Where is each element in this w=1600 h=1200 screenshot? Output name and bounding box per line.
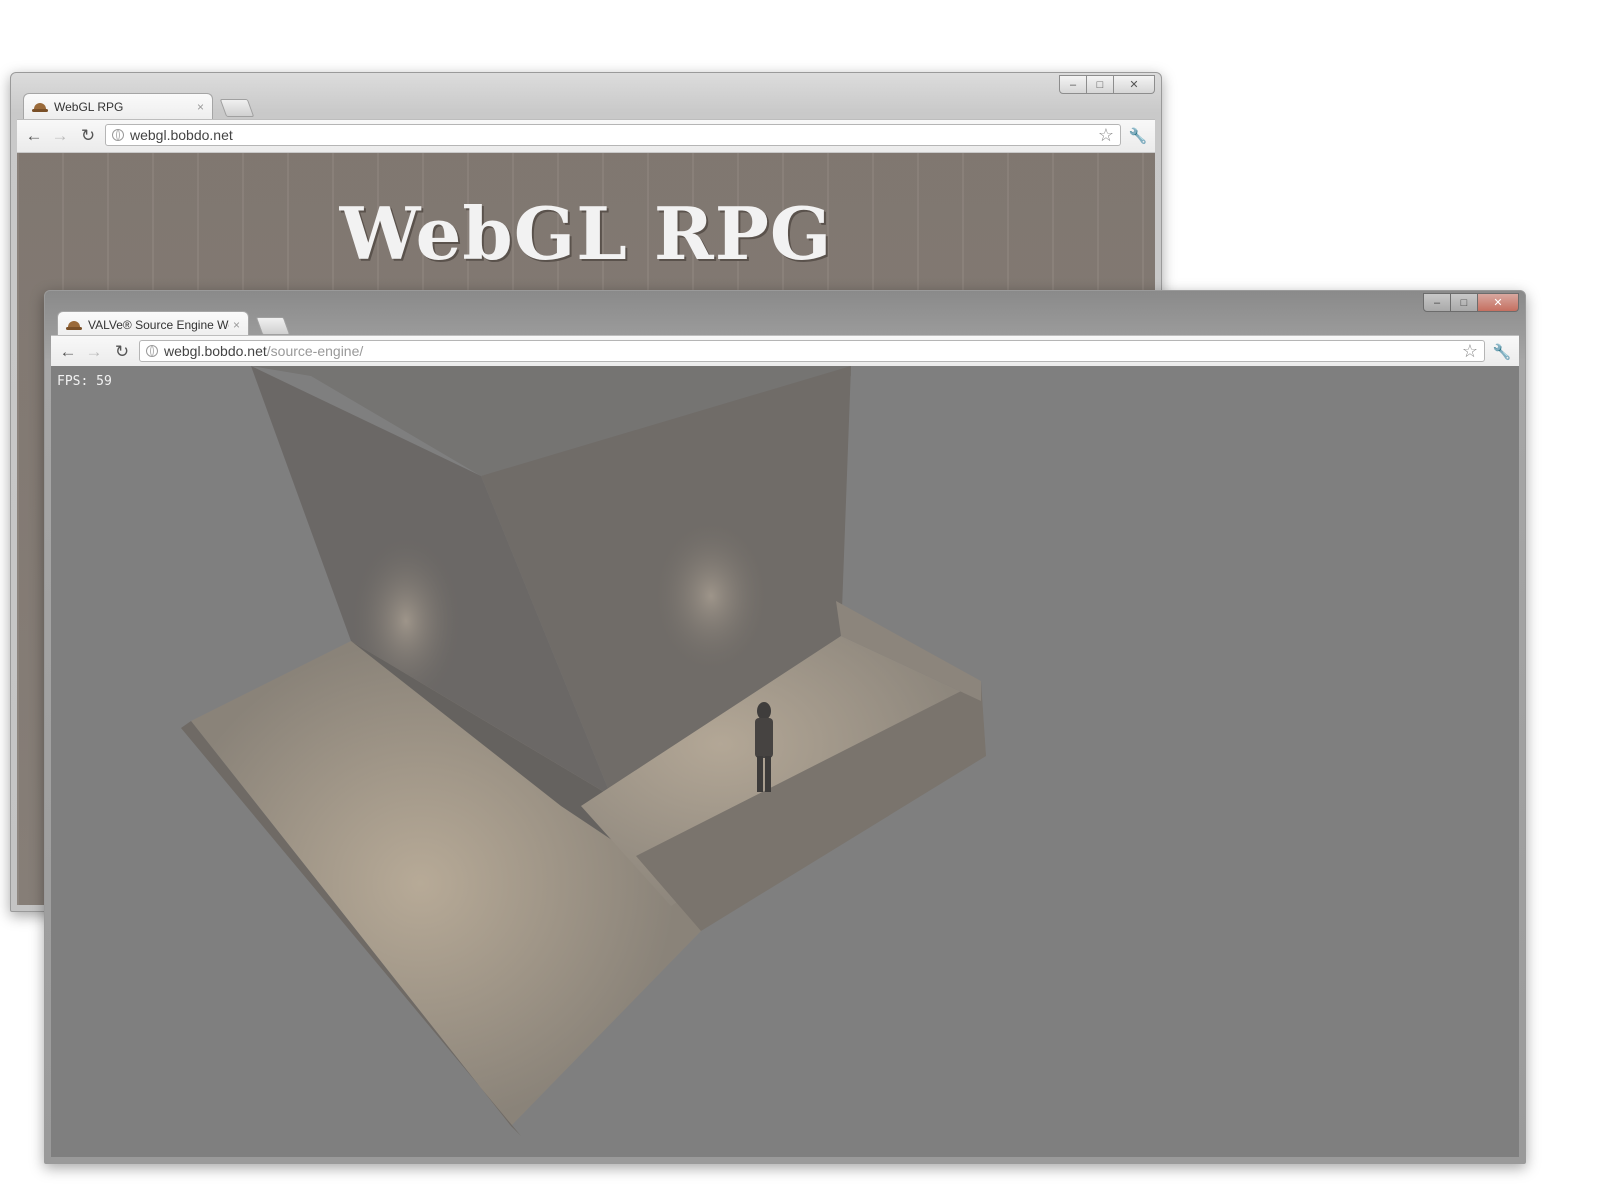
globe-icon: [146, 345, 158, 357]
wrench-icon[interactable]: 🔧: [1127, 125, 1149, 147]
address-path: /source-engine/: [266, 343, 364, 359]
wrench-icon[interactable]: 🔧: [1491, 341, 1513, 363]
browser-window-source-engine: – □ ✕ VALVe® Source Engine We × ← → ↻ we…: [44, 290, 1526, 1164]
page-heading: WebGL RPG: [339, 191, 833, 276]
tab-source-engine[interactable]: VALVe® Source Engine We ×: [57, 311, 249, 337]
back-arrow-icon[interactable]: ←: [23, 126, 45, 146]
bookmark-star-icon[interactable]: ☆: [1098, 125, 1114, 145]
browser-toolbar: ← → ↻ webgl.bobdo.net /source-engine/ ☆ …: [51, 335, 1519, 368]
fps-counter: FPS: 59: [57, 374, 112, 389]
new-tab-button[interactable]: [219, 99, 255, 117]
hat-favicon-icon: [32, 101, 48, 113]
tab-close-icon[interactable]: ×: [233, 318, 240, 332]
new-tab-button[interactable]: [255, 317, 291, 335]
hat-favicon-icon: [66, 319, 82, 331]
globe-icon: [112, 129, 124, 141]
forward-arrow-icon[interactable]: →: [83, 342, 105, 362]
window-controls: – □ ✕: [1423, 293, 1519, 312]
bookmark-star-icon[interactable]: ☆: [1462, 341, 1478, 361]
webgl-canvas[interactable]: FPS: 59: [51, 366, 1519, 1157]
tab-title: VALVe® Source Engine We: [88, 317, 229, 332]
close-window-button[interactable]: ✕: [1478, 293, 1519, 312]
maximize-button[interactable]: □: [1451, 293, 1478, 312]
address-bar[interactable]: webgl.bobdo.net ☆: [105, 124, 1121, 146]
forward-arrow-icon[interactable]: →: [49, 126, 71, 146]
tab-title: WebGL RPG: [54, 99, 124, 114]
wall-light-right: [651, 516, 771, 676]
address-host: webgl.bobdo.net: [130, 127, 233, 143]
minimize-button[interactable]: –: [1059, 75, 1087, 94]
minimize-button[interactable]: –: [1423, 293, 1451, 312]
window-controls: – □ ✕: [1059, 75, 1155, 94]
back-arrow-icon[interactable]: ←: [57, 342, 79, 362]
browser-toolbar: ← → ↻ webgl.bobdo.net ☆ 🔧: [17, 119, 1155, 152]
tab-webgl-rpg[interactable]: WebGL RPG ×: [23, 93, 213, 119]
close-window-button[interactable]: ✕: [1114, 75, 1155, 94]
maximize-button[interactable]: □: [1087, 75, 1114, 94]
tab-close-icon[interactable]: ×: [197, 100, 204, 114]
reload-icon[interactable]: ↻: [77, 126, 99, 146]
address-host: webgl.bobdo.net: [164, 343, 267, 359]
3d-scene: [181, 366, 986, 1136]
reload-icon[interactable]: ↻: [111, 342, 133, 362]
address-bar[interactable]: webgl.bobdo.net /source-engine/ ☆: [139, 340, 1485, 362]
